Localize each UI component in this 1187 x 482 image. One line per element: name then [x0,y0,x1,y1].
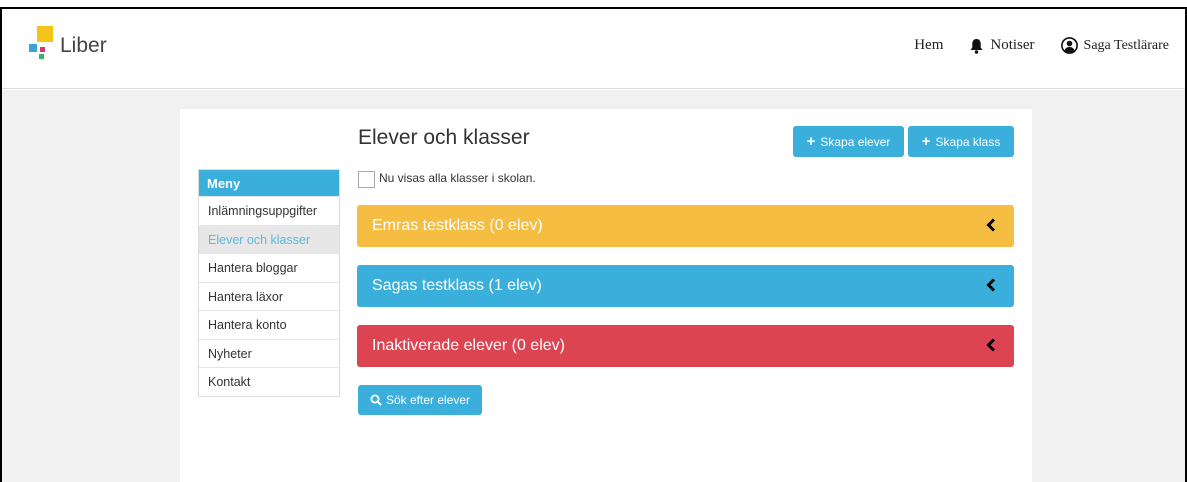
nav-user-menu[interactable]: Saga Testlärare [1060,37,1169,54]
class-panel-label: Emras testklass (0 elev) [372,217,543,234]
sidebar-menu: Meny Inlämningsuppgifter Elever och klas… [198,169,340,397]
class-panel-sagas[interactable]: Sagas testklass (1 elev) [357,265,1014,307]
nav-user-label: Saga Testlärare [1083,37,1169,53]
sidebar-item-kontakt[interactable]: Kontakt [199,367,339,396]
sidebar-item-elever-och-klasser[interactable]: Elever och klasser [199,224,339,253]
top-nav: Hem Notiser Saga Testlärare [888,37,1169,54]
sidebar-item-hantera-konto[interactable]: Hantera konto [199,310,339,339]
nav-home-label: Hem [914,37,944,53]
sidebar-item-hantera-laxor[interactable]: Hantera läxor [199,281,339,311]
show-all-classes-checkbox[interactable] [358,171,375,188]
sidebar-heading: Meny [199,170,339,196]
logo[interactable]: Liber [28,26,107,64]
search-students-label: Sök efter elever [385,393,471,407]
class-panel-label: Inaktiverade elever (0 elev) [372,337,565,354]
chevron-left-icon [986,218,996,232]
page-title: Elever och klasser [358,126,530,149]
chevron-left-icon [986,278,996,292]
show-all-classes-row: Nu visas alla klasser i skolan. [358,168,536,188]
sidebar-item-inlamningsuppgifter[interactable]: Inlämningsuppgifter [199,196,339,225]
plus-icon: + [921,133,931,150]
create-class-button[interactable]: + Skapa klass [908,126,1014,157]
create-students-button[interactable]: + Skapa elever [793,126,904,157]
nav-home-link[interactable]: Hem [914,37,943,54]
chevron-left-icon [986,338,996,352]
liber-logo-icon [28,26,58,64]
sidebar-item-nyheter[interactable]: Nyheter [199,338,339,368]
create-class-label: Skapa klass [935,134,1001,149]
class-panel-label: Sagas testklass (1 elev) [372,277,542,294]
user-circle-icon [1060,37,1078,54]
search-icon [370,394,382,406]
nav-notifications-link[interactable]: Notiser [969,37,1035,54]
class-panel-inaktiverade[interactable]: Inaktiverade elever (0 elev) [357,325,1014,367]
bell-icon [970,38,983,54]
show-all-classes-label: Nu visas alla klasser i skolan. [379,171,536,185]
create-students-label: Skapa elever [820,134,891,149]
top-header: Liber Hem Notiser Saga Testlärare [2,9,1185,89]
logo-text: Liber [60,34,107,57]
sidebar-item-hantera-bloggar[interactable]: Hantera bloggar [199,253,339,282]
nav-notifications-label: Notiser [990,37,1035,53]
plus-icon: + [806,133,816,150]
search-students-button[interactable]: Sök efter elever [358,385,482,415]
class-panel-emras[interactable]: Emras testklass (0 elev) [357,205,1014,247]
